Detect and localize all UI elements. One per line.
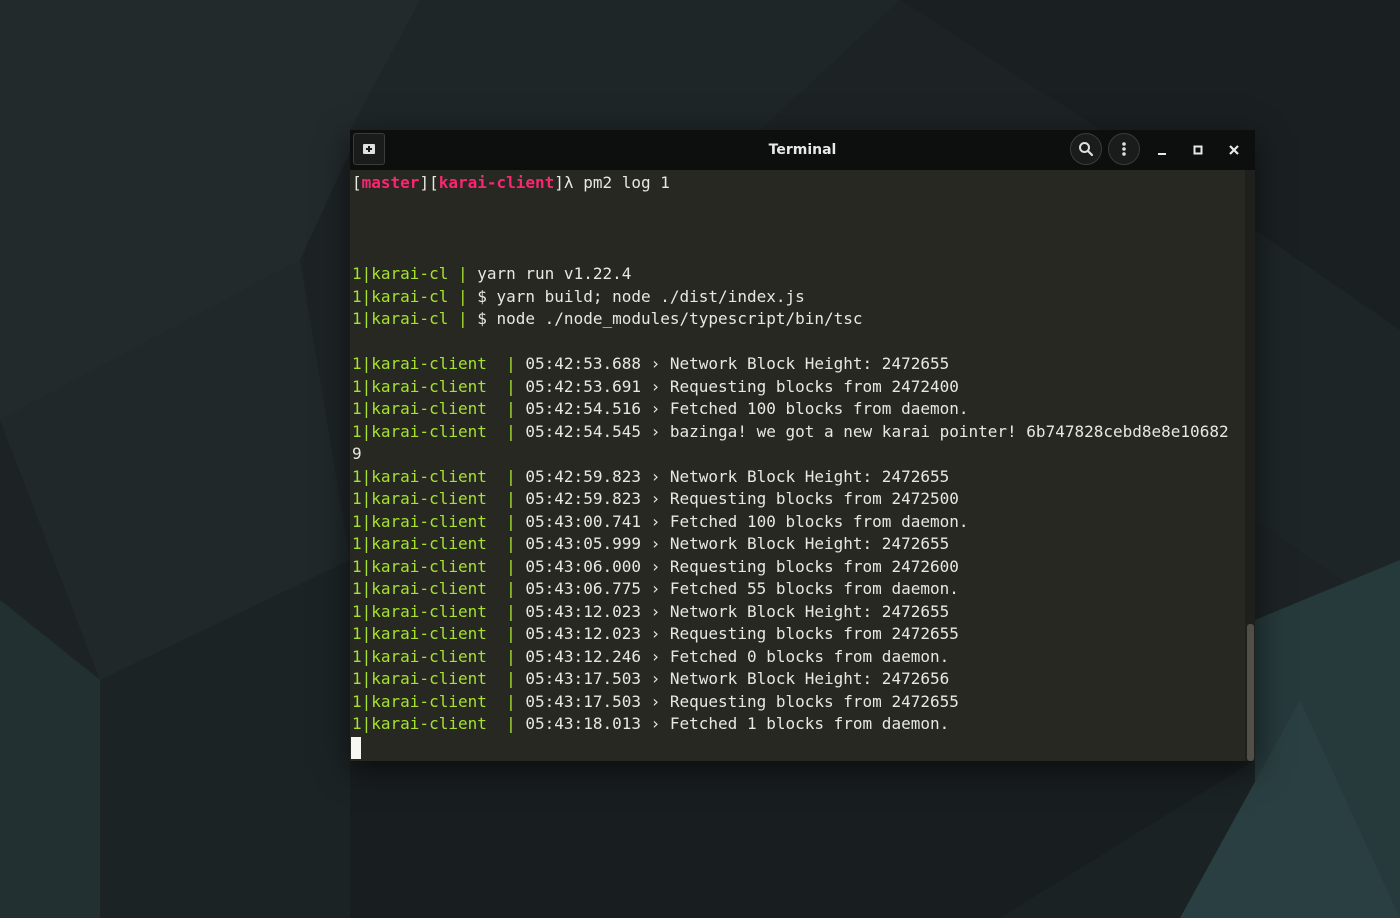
maximize-icon bbox=[1193, 145, 1203, 155]
log-prefix: 1|karai-client | bbox=[352, 714, 526, 733]
log-prefix: 1|karai-client | bbox=[352, 601, 526, 621]
prompt-symbol: ]λ bbox=[554, 173, 584, 192]
minimize-icon bbox=[1158, 153, 1166, 155]
log-text: 05:42:59.823 › Requesting blocks from 24… bbox=[525, 489, 959, 508]
log-line: 1|karai-client | 05:42:59.823 › Network … bbox=[352, 466, 949, 488]
new-tab-button[interactable] bbox=[353, 133, 385, 165]
kebab-menu-icon bbox=[1122, 142, 1126, 156]
log-prefix: 1|karai-client | bbox=[352, 511, 526, 531]
close-button[interactable] bbox=[1219, 135, 1249, 165]
minimize-button[interactable] bbox=[1147, 135, 1177, 165]
log-line: 1|karai-client | 05:43:06.775 › Fetched … bbox=[352, 578, 959, 600]
prompt-branch: master bbox=[361, 173, 420, 192]
log-text: 05:43:00.741 › Fetched 100 blocks from d… bbox=[525, 511, 969, 531]
menu-button[interactable] bbox=[1108, 133, 1140, 165]
log-line: 1|karai-cl | $ node ./node_modules/types… bbox=[352, 308, 863, 330]
text-cursor bbox=[351, 737, 361, 759]
prompt-directory: karai-client bbox=[438, 173, 555, 192]
log-text: $ yarn build; node ./dist/index.js bbox=[477, 286, 805, 306]
log-line: 1|karai-cl | $ yarn build; node ./dist/i… bbox=[352, 286, 805, 308]
log-prefix: 1|karai-client | bbox=[352, 489, 526, 508]
log-line: 1|karai-client | 05:43:12.023 › Network … bbox=[352, 601, 949, 623]
log-line: 1|karai-client | 05:43:06.000 › Requesti… bbox=[352, 556, 959, 578]
log-text: 05:43:18.013 › Fetched 1 blocks from dae… bbox=[525, 714, 950, 733]
search-icon bbox=[1079, 142, 1094, 157]
terminal-window: Terminal [master][karai-client]λ pm2 log… bbox=[350, 130, 1255, 761]
log-prefix: 1|karai-client | bbox=[352, 669, 526, 688]
prompt-separator: ][ bbox=[419, 173, 439, 192]
log-line: 1|karai-client | 05:43:00.741 › Fetched … bbox=[352, 511, 969, 533]
log-line: 1|karai-client | 05:42:54.545 › bazinga!… bbox=[352, 421, 1229, 443]
log-line: 1|karai-client | 05:43:12.023 › Requesti… bbox=[352, 623, 959, 645]
log-text: 05:43:17.503 › Network Block Height: 247… bbox=[525, 669, 950, 688]
log-prefix: 1|karai-client | bbox=[352, 534, 526, 553]
log-line: 1|karai-client | 05:42:53.691 › Requesti… bbox=[352, 376, 959, 398]
wrapped-line: 9 bbox=[352, 444, 362, 463]
log-text: 05:43:06.775 › Fetched 55 blocks from da… bbox=[525, 579, 959, 598]
log-text: 05:43:12.246 › Fetched 0 blocks from dae… bbox=[525, 646, 950, 666]
log-text: $ node ./node_modules/typescript/bin/tsc bbox=[477, 309, 863, 328]
new-tab-icon bbox=[363, 144, 375, 154]
log-prefix: 1|karai-cl | bbox=[352, 286, 478, 306]
close-icon bbox=[1229, 145, 1239, 155]
log-line: 1|karai-client | 05:42:59.823 › Requesti… bbox=[352, 488, 959, 510]
log-prefix: 1|karai-client | bbox=[352, 624, 526, 643]
search-button[interactable] bbox=[1070, 133, 1102, 165]
log-line: 1|karai-client | 05:42:54.516 › Fetched … bbox=[352, 398, 969, 420]
log-text: 05:42:54.545 › bazinga! we got a new kar… bbox=[525, 421, 1229, 441]
log-text: 05:43:05.999 › Network Block Height: 247… bbox=[525, 534, 950, 553]
prompt-bracket: [ bbox=[352, 173, 362, 192]
log-prefix: 1|karai-cl | bbox=[352, 309, 478, 328]
log-prefix: 1|karai-client | bbox=[352, 691, 526, 711]
log-text: 05:42:54.516 › Fetched 100 blocks from d… bbox=[525, 399, 969, 418]
log-prefix: 1|karai-client | bbox=[352, 579, 526, 598]
log-prefix: 1|karai-cl | bbox=[352, 264, 478, 283]
log-line: 1|karai-client | 05:43:12.246 › Fetched … bbox=[352, 646, 949, 668]
log-prefix: 1|karai-client | bbox=[352, 646, 526, 666]
log-line: 1|karai-client | 05:43:17.503 › Requesti… bbox=[352, 691, 959, 713]
log-prefix: 1|karai-client | bbox=[352, 421, 526, 441]
prompt-line: [master][karai-client]λ pm2 log 1 bbox=[352, 172, 670, 194]
scrollbar-thumb[interactable] bbox=[1247, 624, 1254, 761]
log-text: 05:42:53.691 › Requesting blocks from 24… bbox=[525, 376, 959, 396]
log-line: 1|karai-client | 05:42:53.688 › Network … bbox=[352, 353, 949, 375]
log-line: 1|karai-client | 05:43:05.999 › Network … bbox=[352, 533, 949, 555]
log-prefix: 1|karai-client | bbox=[352, 376, 526, 396]
terminal-output[interactable]: [master][karai-client]λ pm2 log 1 1|kara… bbox=[350, 170, 1245, 761]
log-prefix: 1|karai-client | bbox=[352, 354, 526, 373]
log-prefix: 1|karai-client | bbox=[352, 466, 526, 486]
log-text: 05:42:59.823 › Network Block Height: 247… bbox=[525, 466, 950, 486]
log-line: 1|karai-client | 05:43:17.503 › Network … bbox=[352, 668, 949, 690]
log-text: 05:43:06.000 › Requesting blocks from 24… bbox=[525, 556, 959, 576]
log-text: 05:43:12.023 › Network Block Height: 247… bbox=[525, 601, 950, 621]
log-text: yarn run v1.22.4 bbox=[477, 264, 632, 283]
log-line: 1|karai-cl | yarn run v1.22.4 bbox=[352, 263, 631, 285]
prompt-command: pm2 log 1 bbox=[583, 173, 670, 192]
log-text: 05:43:17.503 › Requesting blocks from 24… bbox=[525, 691, 959, 711]
maximize-button[interactable] bbox=[1183, 135, 1213, 165]
title-bar[interactable]: Terminal bbox=[350, 130, 1255, 170]
log-prefix: 1|karai-client | bbox=[352, 399, 526, 418]
log-text: 05:43:12.023 › Requesting blocks from 24… bbox=[525, 624, 959, 643]
log-line: 1|karai-client | 05:43:18.013 › Fetched … bbox=[352, 713, 949, 735]
log-text: 05:42:53.688 › Network Block Height: 247… bbox=[525, 354, 950, 373]
log-prefix: 1|karai-client | bbox=[352, 556, 526, 576]
